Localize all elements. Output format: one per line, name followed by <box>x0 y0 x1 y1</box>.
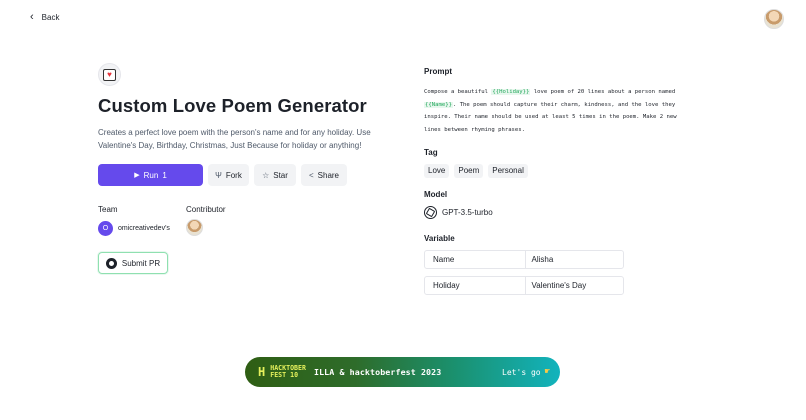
prompt-variable-holiday: {{Holiday}} <box>491 89 531 95</box>
tag-heading: Tag <box>424 147 438 157</box>
variable-value: Valentine's Day <box>524 276 624 294</box>
contributor-avatar[interactable] <box>186 219 203 236</box>
openai-icon <box>424 205 437 219</box>
team-name: omicreativedev's <box>118 225 170 232</box>
model-heading: Model <box>424 189 448 199</box>
prompt-part-3: . The poem should capture their charm, k… <box>424 101 677 134</box>
tag-personal[interactable]: Personal <box>488 163 528 178</box>
contributor-label: Contributor <box>186 205 226 214</box>
share-label: Share <box>317 170 340 180</box>
variable-table: Name Alisha Holiday Valentine's Day <box>424 249 624 295</box>
user-avatar[interactable] <box>764 9 784 29</box>
prompt-text: Compose a beautiful {{Holiday}} love poe… <box>424 86 686 137</box>
play-icon: ▶ <box>134 172 140 179</box>
prompt-heading: Prompt <box>424 67 452 76</box>
hacktoberfest-banner[interactable]: H HACKTOBER FEST 10 ILLA & hacktoberfest… <box>245 357 560 387</box>
run-button[interactable]: ▶ Run 1 <box>98 164 203 186</box>
chevron-left-icon: ‹ <box>30 11 34 23</box>
prompt-part-2: love poem of 20 lines about a person nam… <box>530 89 676 95</box>
team-label: Team <box>98 205 118 214</box>
star-button[interactable]: ☆ Star <box>254 164 296 186</box>
fork-button[interactable]: Ψ Fork <box>208 164 249 186</box>
variable-key: Name <box>433 254 455 264</box>
team-link[interactable]: O omicreativedev's <box>98 221 186 236</box>
banner-text: ILLA & hacktoberfest 2023 <box>313 367 442 377</box>
github-icon <box>105 257 117 269</box>
tag-poem[interactable]: Poem <box>454 163 484 178</box>
page-title: Custom Love Poem Generator <box>98 95 367 116</box>
tag-list: Love Poem Personal <box>424 163 689 178</box>
star-icon: ☆ <box>262 170 270 180</box>
fork-label: Fork <box>225 170 242 180</box>
tag-love[interactable]: Love <box>424 163 450 178</box>
logo-text-line-2: FEST 10 <box>270 371 299 379</box>
team-contributor-section: Team O omicreativedev's Contributor <box>98 205 388 236</box>
pointing-hand-icon: ☛ <box>544 367 550 377</box>
variable-row: Holiday Valentine's Day <box>424 275 624 295</box>
back-label: Back <box>41 13 60 22</box>
back-button[interactable]: ‹ Back <box>30 12 59 23</box>
variable-heading: Variable <box>424 233 455 243</box>
app-description: Creates a perfect love poem with the per… <box>98 128 371 150</box>
hacktoberfest-logo-icon: H <box>258 365 266 379</box>
share-icon: < <box>308 170 314 180</box>
fork-icon: Ψ <box>215 170 222 180</box>
banner-cta[interactable]: Let's go ☛ <box>502 367 550 377</box>
prompt-variable-name: {{Name}} <box>424 101 453 108</box>
run-count: 1 <box>162 170 167 180</box>
logo-number: 10 <box>290 371 299 379</box>
action-bar: ▶ Run 1 Ψ Fork ☆ Star < Share <box>98 164 388 186</box>
banner-cta-label: Let's go <box>502 367 541 377</box>
model-info: GPT-3.5-turbo <box>424 205 689 219</box>
variable-value: Alisha <box>524 250 624 268</box>
star-label: Star <box>273 170 288 180</box>
prompt-part-1: Compose a beautiful <box>424 89 492 95</box>
submit-pr-label: Submit PR <box>121 258 161 268</box>
submit-pr-button[interactable]: Submit PR <box>98 252 168 274</box>
variable-row: Name Alisha <box>424 249 624 269</box>
app-info-panel: ♥ Custom Love Poem Generator Creates a p… <box>98 63 388 274</box>
app-details-panel: Prompt Compose a beautiful {{Holiday}} l… <box>424 67 689 302</box>
love-poem-icon: ♥ <box>98 63 121 86</box>
share-button[interactable]: < Share <box>301 164 347 186</box>
run-label: Run <box>143 170 159 180</box>
variable-key: Holiday <box>433 280 460 290</box>
team-avatar: O <box>98 221 113 236</box>
model-name: GPT-3.5-turbo <box>442 207 493 217</box>
hacktoberfest-logo-text: HACKTOBER FEST 10 <box>270 365 306 379</box>
